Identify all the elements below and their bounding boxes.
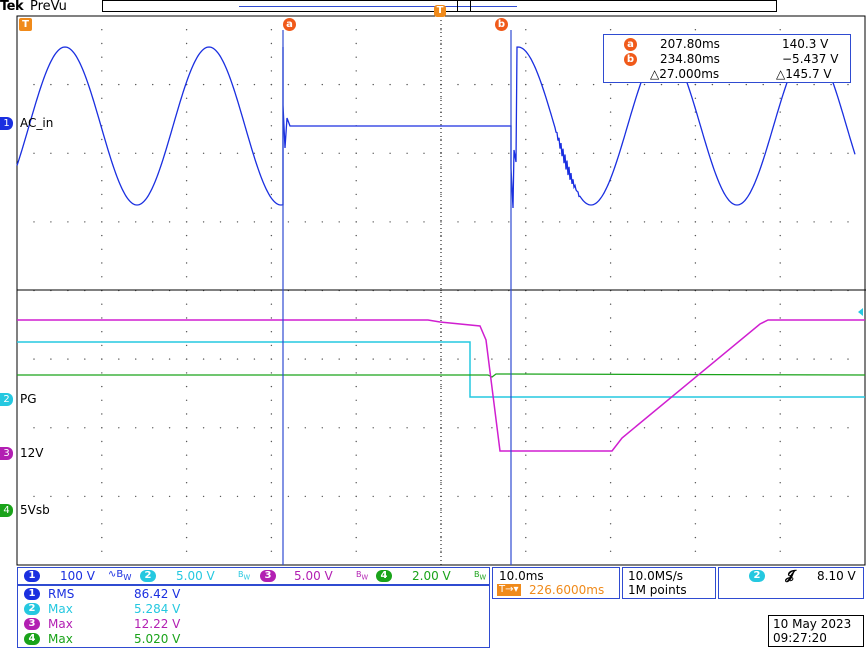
meas2-type: Max (48, 602, 73, 616)
cursor-delta-value: △145.7 V (776, 67, 832, 81)
meas4-value: 5.020 V (134, 632, 181, 646)
ch3-scale[interactable]: 5.00 V (294, 569, 333, 583)
meas3-value: 12.22 V (134, 617, 181, 631)
cursor-b-value: −5.437 V (782, 52, 839, 66)
trigger-position-icon: T→▾ (497, 584, 521, 596)
sample-rate: 10.0MS/s (628, 569, 683, 583)
measurement-row: 2 Max 5.284 V (18, 602, 489, 617)
ch1-scale-chip[interactable]: 1 (24, 570, 40, 582)
ch2-ground-marker[interactable]: 2 (0, 393, 13, 406)
cursor-b-readout-badge: b (624, 53, 637, 66)
cursor-a-badge[interactable]: a (283, 18, 296, 31)
measurement-panel[interactable]: 1 RMS 86.42 V 2 Max 5.284 V 3 Max 12.22 … (17, 585, 490, 648)
cursor-a-time: 207.80ms (660, 37, 720, 51)
ch4-bandwidth-icon: BW (474, 570, 487, 582)
measurement-row: 1 RMS 86.42 V (18, 587, 489, 602)
ch3-scale-chip[interactable]: 3 (260, 570, 276, 582)
ch4-scale-chip[interactable]: 4 (376, 570, 392, 582)
meas4-source-chip: 4 (24, 633, 40, 645)
cursor-b-time: 234.80ms (660, 52, 720, 66)
ch3-12v-trace (17, 319, 865, 452)
meas2-source-chip: 2 (24, 603, 40, 615)
measurement-row: 3 Max 12.22 V (18, 617, 489, 632)
ch1-label: AC_in (20, 116, 54, 130)
meas1-type: RMS (48, 587, 75, 601)
ch2-scale[interactable]: 5.00 V (176, 569, 215, 583)
horizontal-position[interactable]: 226.6000ms (529, 583, 604, 597)
date: 10 May 2023 (773, 617, 852, 631)
ch2-label: PG (20, 392, 37, 406)
cursor-delta-row: △27.000ms △145.7 V (604, 67, 850, 82)
meas2-value: 5.284 V (134, 602, 181, 616)
acquisition-panel[interactable]: 10.0MS/s 1M points (622, 567, 716, 599)
record-length: 1M points (628, 583, 687, 597)
ch2-bandwidth-icon: BW (238, 570, 251, 582)
ch2-scale-chip[interactable]: 2 (140, 570, 156, 582)
datetime-panel: 10 May 2023 09:27:20 (768, 615, 864, 647)
trigger-level-arrow-icon[interactable] (858, 308, 863, 316)
cursor-b-row: b 234.80ms −5.437 V (604, 52, 850, 67)
meas3-source-chip: 3 (24, 618, 40, 630)
ch4-label: 5Vsb (20, 503, 50, 517)
measurement-row: 4 Max 5.020 V (18, 632, 489, 647)
trigger-source-chip: 2 (749, 570, 765, 582)
trigger-level: 8.10 V (817, 569, 856, 583)
waveform-display[interactable] (0, 0, 866, 649)
trigger-position-badge[interactable]: T (19, 18, 32, 31)
trigger-panel[interactable]: 2 𝓙 8.10 V (718, 567, 864, 599)
cursor-a-value: 140.3 V (782, 37, 829, 51)
ch1-scale[interactable]: 100 V (60, 569, 95, 583)
ch1-ground-marker[interactable]: 1 (0, 117, 13, 130)
cursor-readout-panel[interactable]: a 207.80ms 140.3 V b 234.80ms −5.437 V △… (603, 34, 851, 83)
cursor-delta-time: △27.000ms (650, 67, 720, 81)
meas3-type: Max (48, 617, 73, 631)
ch4-scale[interactable]: 2.00 V (412, 569, 451, 583)
cursor-a-readout-badge: a (624, 38, 637, 51)
ch1-coupling-icon: ∿BW (108, 569, 132, 582)
meas4-type: Max (48, 632, 73, 646)
time: 09:27:20 (773, 631, 827, 645)
ch3-label: 12V (20, 446, 44, 460)
rising-edge-icon: 𝓙 (785, 568, 794, 583)
channel-scale-bar: 1 100 V ∿BW 2 5.00 V BW 3 5.00 V BW 4 2.… (17, 567, 490, 585)
ch3-ground-marker[interactable]: 3 (0, 447, 13, 460)
timebase-panel[interactable]: 10.0ms T→▾ 226.6000ms (492, 567, 620, 599)
meas1-source-chip: 1 (24, 588, 40, 600)
meas1-value: 86.42 V (134, 587, 181, 601)
cursor-b-badge[interactable]: b (495, 18, 508, 31)
ch4-ground-marker[interactable]: 4 (0, 504, 13, 517)
cursor-a-row: a 207.80ms 140.3 V (604, 37, 850, 52)
trigger-time-marker-icon: T (434, 5, 446, 17)
ch3-bandwidth-icon: BW (356, 570, 369, 582)
timebase-scale[interactable]: 10.0ms (499, 569, 544, 583)
